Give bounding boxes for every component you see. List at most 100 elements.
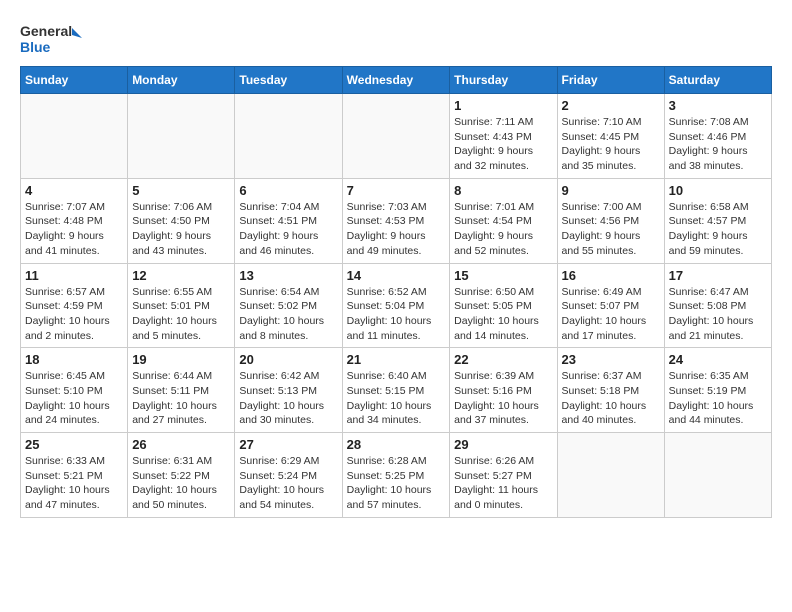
day-info: Sunrise: 7:11 AM Sunset: 4:43 PM Dayligh… xyxy=(454,115,552,174)
day-number: 12 xyxy=(132,268,230,283)
day-of-week-header: Sunday xyxy=(21,67,128,94)
calendar-cell xyxy=(21,94,128,179)
day-info: Sunrise: 6:35 AM Sunset: 5:19 PM Dayligh… xyxy=(669,369,767,428)
day-info: Sunrise: 7:03 AM Sunset: 4:53 PM Dayligh… xyxy=(347,200,446,259)
day-of-week-header: Tuesday xyxy=(235,67,342,94)
day-info: Sunrise: 7:04 AM Sunset: 4:51 PM Dayligh… xyxy=(239,200,337,259)
calendar-cell: 12 Sunrise: 6:55 AM Sunset: 5:01 PM Dayli… xyxy=(128,263,235,348)
day-number: 24 xyxy=(669,352,767,367)
day-number: 28 xyxy=(347,437,446,452)
calendar-cell: 22Sunrise: 6:39 AM Sunset: 5:16 PM Dayli… xyxy=(450,348,557,433)
day-info: Sunrise: 6:44 AM Sunset: 5:11 PM Dayligh… xyxy=(132,369,230,428)
calendar-cell xyxy=(342,94,450,179)
day-number: 27 xyxy=(239,437,337,452)
day-number: 7 xyxy=(347,183,446,198)
calendar-cell: 5 Sunrise: 7:06 AM Sunset: 4:50 PM Daylig… xyxy=(128,178,235,263)
day-info: Sunrise: 6:52 AM Sunset: 5:04 PM Dayligh… xyxy=(347,285,446,344)
day-info: Sunrise: 7:10 AM Sunset: 4:45 PM Dayligh… xyxy=(562,115,660,174)
calendar-cell: 26 Sunrise: 6:31 AM Sunset: 5:22 PM Dayli… xyxy=(128,433,235,518)
calendar-cell: 3Sunrise: 7:08 AM Sunset: 4:46 PM Daylig… xyxy=(664,94,771,179)
day-info: Sunrise: 6:26 AM Sunset: 5:27 PM Dayligh… xyxy=(454,454,552,513)
day-info: Sunrise: 6:57 AM Sunset: 4:59 PM Dayligh… xyxy=(25,285,123,344)
day-number: 20 xyxy=(239,352,337,367)
day-number: 14 xyxy=(347,268,446,283)
day-info: Sunrise: 7:00 AM Sunset: 4:56 PM Dayligh… xyxy=(562,200,660,259)
day-info: Sunrise: 6:40 AM Sunset: 5:15 PM Dayligh… xyxy=(347,369,446,428)
calendar-cell: 17 Sunrise: 6:47 AM Sunset: 5:08 PM Dayli… xyxy=(664,263,771,348)
day-info: Sunrise: 6:49 AM Sunset: 5:07 PM Dayligh… xyxy=(562,285,660,344)
calendar-cell: 27 Sunrise: 6:29 AM Sunset: 5:24 PM Dayli… xyxy=(235,433,342,518)
day-of-week-header: Saturday xyxy=(664,67,771,94)
day-number: 11 xyxy=(25,268,123,283)
day-info: Sunrise: 7:06 AM Sunset: 4:50 PM Dayligh… xyxy=(132,200,230,259)
calendar-cell: 7 Sunrise: 7:03 AM Sunset: 4:53 PM Daylig… xyxy=(342,178,450,263)
day-info: Sunrise: 6:58 AM Sunset: 4:57 PM Dayligh… xyxy=(669,200,767,259)
day-info: Sunrise: 6:37 AM Sunset: 5:18 PM Dayligh… xyxy=(562,369,660,428)
day-number: 21 xyxy=(347,352,446,367)
day-number: 8 xyxy=(454,183,552,198)
day-info: Sunrise: 7:01 AM Sunset: 4:54 PM Dayligh… xyxy=(454,200,552,259)
calendar-header-row: SundayMondayTuesdayWednesdayThursdayFrid… xyxy=(21,67,772,94)
day-info: Sunrise: 6:29 AM Sunset: 5:24 PM Dayligh… xyxy=(239,454,337,513)
day-of-week-header: Thursday xyxy=(450,67,557,94)
calendar-cell xyxy=(664,433,771,518)
calendar-cell: 4 Sunrise: 7:07 AM Sunset: 4:48 PM Daylig… xyxy=(21,178,128,263)
calendar-cell: 13 Sunrise: 6:54 AM Sunset: 5:02 PM Dayli… xyxy=(235,263,342,348)
calendar-cell: 21 Sunrise: 6:40 AM Sunset: 5:15 PM Dayli… xyxy=(342,348,450,433)
calendar-cell: 20 Sunrise: 6:42 AM Sunset: 5:13 PM Dayli… xyxy=(235,348,342,433)
svg-text:General: General xyxy=(20,23,72,39)
calendar-cell: 25Sunrise: 6:33 AM Sunset: 5:21 PM Dayli… xyxy=(21,433,128,518)
day-info: Sunrise: 6:42 AM Sunset: 5:13 PM Dayligh… xyxy=(239,369,337,428)
day-info: Sunrise: 7:07 AM Sunset: 4:48 PM Dayligh… xyxy=(25,200,123,259)
calendar-cell: 23 Sunrise: 6:37 AM Sunset: 5:18 PM Dayli… xyxy=(557,348,664,433)
calendar-week-row: 18 Sunrise: 6:45 AM Sunset: 5:10 PM Dayli… xyxy=(21,348,772,433)
day-number: 13 xyxy=(239,268,337,283)
day-info: Sunrise: 6:55 AM Sunset: 5:01 PM Dayligh… xyxy=(132,285,230,344)
logo-icon: GeneralBlue xyxy=(20,20,90,56)
calendar-cell: 14 Sunrise: 6:52 AM Sunset: 5:04 PM Dayli… xyxy=(342,263,450,348)
calendar-cell: 6 Sunrise: 7:04 AM Sunset: 4:51 PM Daylig… xyxy=(235,178,342,263)
day-info: Sunrise: 6:50 AM Sunset: 5:05 PM Dayligh… xyxy=(454,285,552,344)
calendar-cell: 19Sunrise: 6:44 AM Sunset: 5:11 PM Dayli… xyxy=(128,348,235,433)
day-number: 4 xyxy=(25,183,123,198)
calendar-cell: 24 Sunrise: 6:35 AM Sunset: 5:19 PM Dayli… xyxy=(664,348,771,433)
page-header: GeneralBlue xyxy=(20,20,772,56)
day-number: 18 xyxy=(25,352,123,367)
day-info: Sunrise: 6:33 AM Sunset: 5:21 PM Dayligh… xyxy=(25,454,123,513)
calendar-cell: 2 Sunrise: 7:10 AM Sunset: 4:45 PM Daylig… xyxy=(557,94,664,179)
day-number: 17 xyxy=(669,268,767,283)
calendar-cell: 18 Sunrise: 6:45 AM Sunset: 5:10 PM Dayli… xyxy=(21,348,128,433)
calendar-cell: 8 Sunrise: 7:01 AM Sunset: 4:54 PM Daylig… xyxy=(450,178,557,263)
day-info: Sunrise: 6:28 AM Sunset: 5:25 PM Dayligh… xyxy=(347,454,446,513)
day-number: 5 xyxy=(132,183,230,198)
day-number: 29 xyxy=(454,437,552,452)
calendar-cell xyxy=(557,433,664,518)
day-number: 22 xyxy=(454,352,552,367)
calendar-cell xyxy=(235,94,342,179)
day-info: Sunrise: 7:08 AM Sunset: 4:46 PM Dayligh… xyxy=(669,115,767,174)
day-number: 23 xyxy=(562,352,660,367)
day-number: 16 xyxy=(562,268,660,283)
calendar-week-row: 4 Sunrise: 7:07 AM Sunset: 4:48 PM Daylig… xyxy=(21,178,772,263)
day-number: 1 xyxy=(454,98,552,113)
day-info: Sunrise: 6:54 AM Sunset: 5:02 PM Dayligh… xyxy=(239,285,337,344)
calendar-cell: 29 Sunrise: 6:26 AM Sunset: 5:27 PM Dayli… xyxy=(450,433,557,518)
day-of-week-header: Friday xyxy=(557,67,664,94)
logo: GeneralBlue xyxy=(20,20,90,56)
calendar-cell: 16 Sunrise: 6:49 AM Sunset: 5:07 PM Dayli… xyxy=(557,263,664,348)
day-number: 2 xyxy=(562,98,660,113)
calendar-cell xyxy=(128,94,235,179)
calendar-cell: 11 Sunrise: 6:57 AM Sunset: 4:59 PM Dayli… xyxy=(21,263,128,348)
day-info: Sunrise: 6:47 AM Sunset: 5:08 PM Dayligh… xyxy=(669,285,767,344)
calendar-week-row: 25Sunrise: 6:33 AM Sunset: 5:21 PM Dayli… xyxy=(21,433,772,518)
calendar-cell: 9 Sunrise: 7:00 AM Sunset: 4:56 PM Daylig… xyxy=(557,178,664,263)
day-number: 26 xyxy=(132,437,230,452)
day-info: Sunrise: 6:31 AM Sunset: 5:22 PM Dayligh… xyxy=(132,454,230,513)
day-of-week-header: Wednesday xyxy=(342,67,450,94)
day-number: 6 xyxy=(239,183,337,198)
day-number: 9 xyxy=(562,183,660,198)
day-info: Sunrise: 6:45 AM Sunset: 5:10 PM Dayligh… xyxy=(25,369,123,428)
svg-text:Blue: Blue xyxy=(20,39,51,55)
calendar-cell: 15Sunrise: 6:50 AM Sunset: 5:05 PM Dayli… xyxy=(450,263,557,348)
calendar-cell: 1 Sunrise: 7:11 AM Sunset: 4:43 PM Daylig… xyxy=(450,94,557,179)
